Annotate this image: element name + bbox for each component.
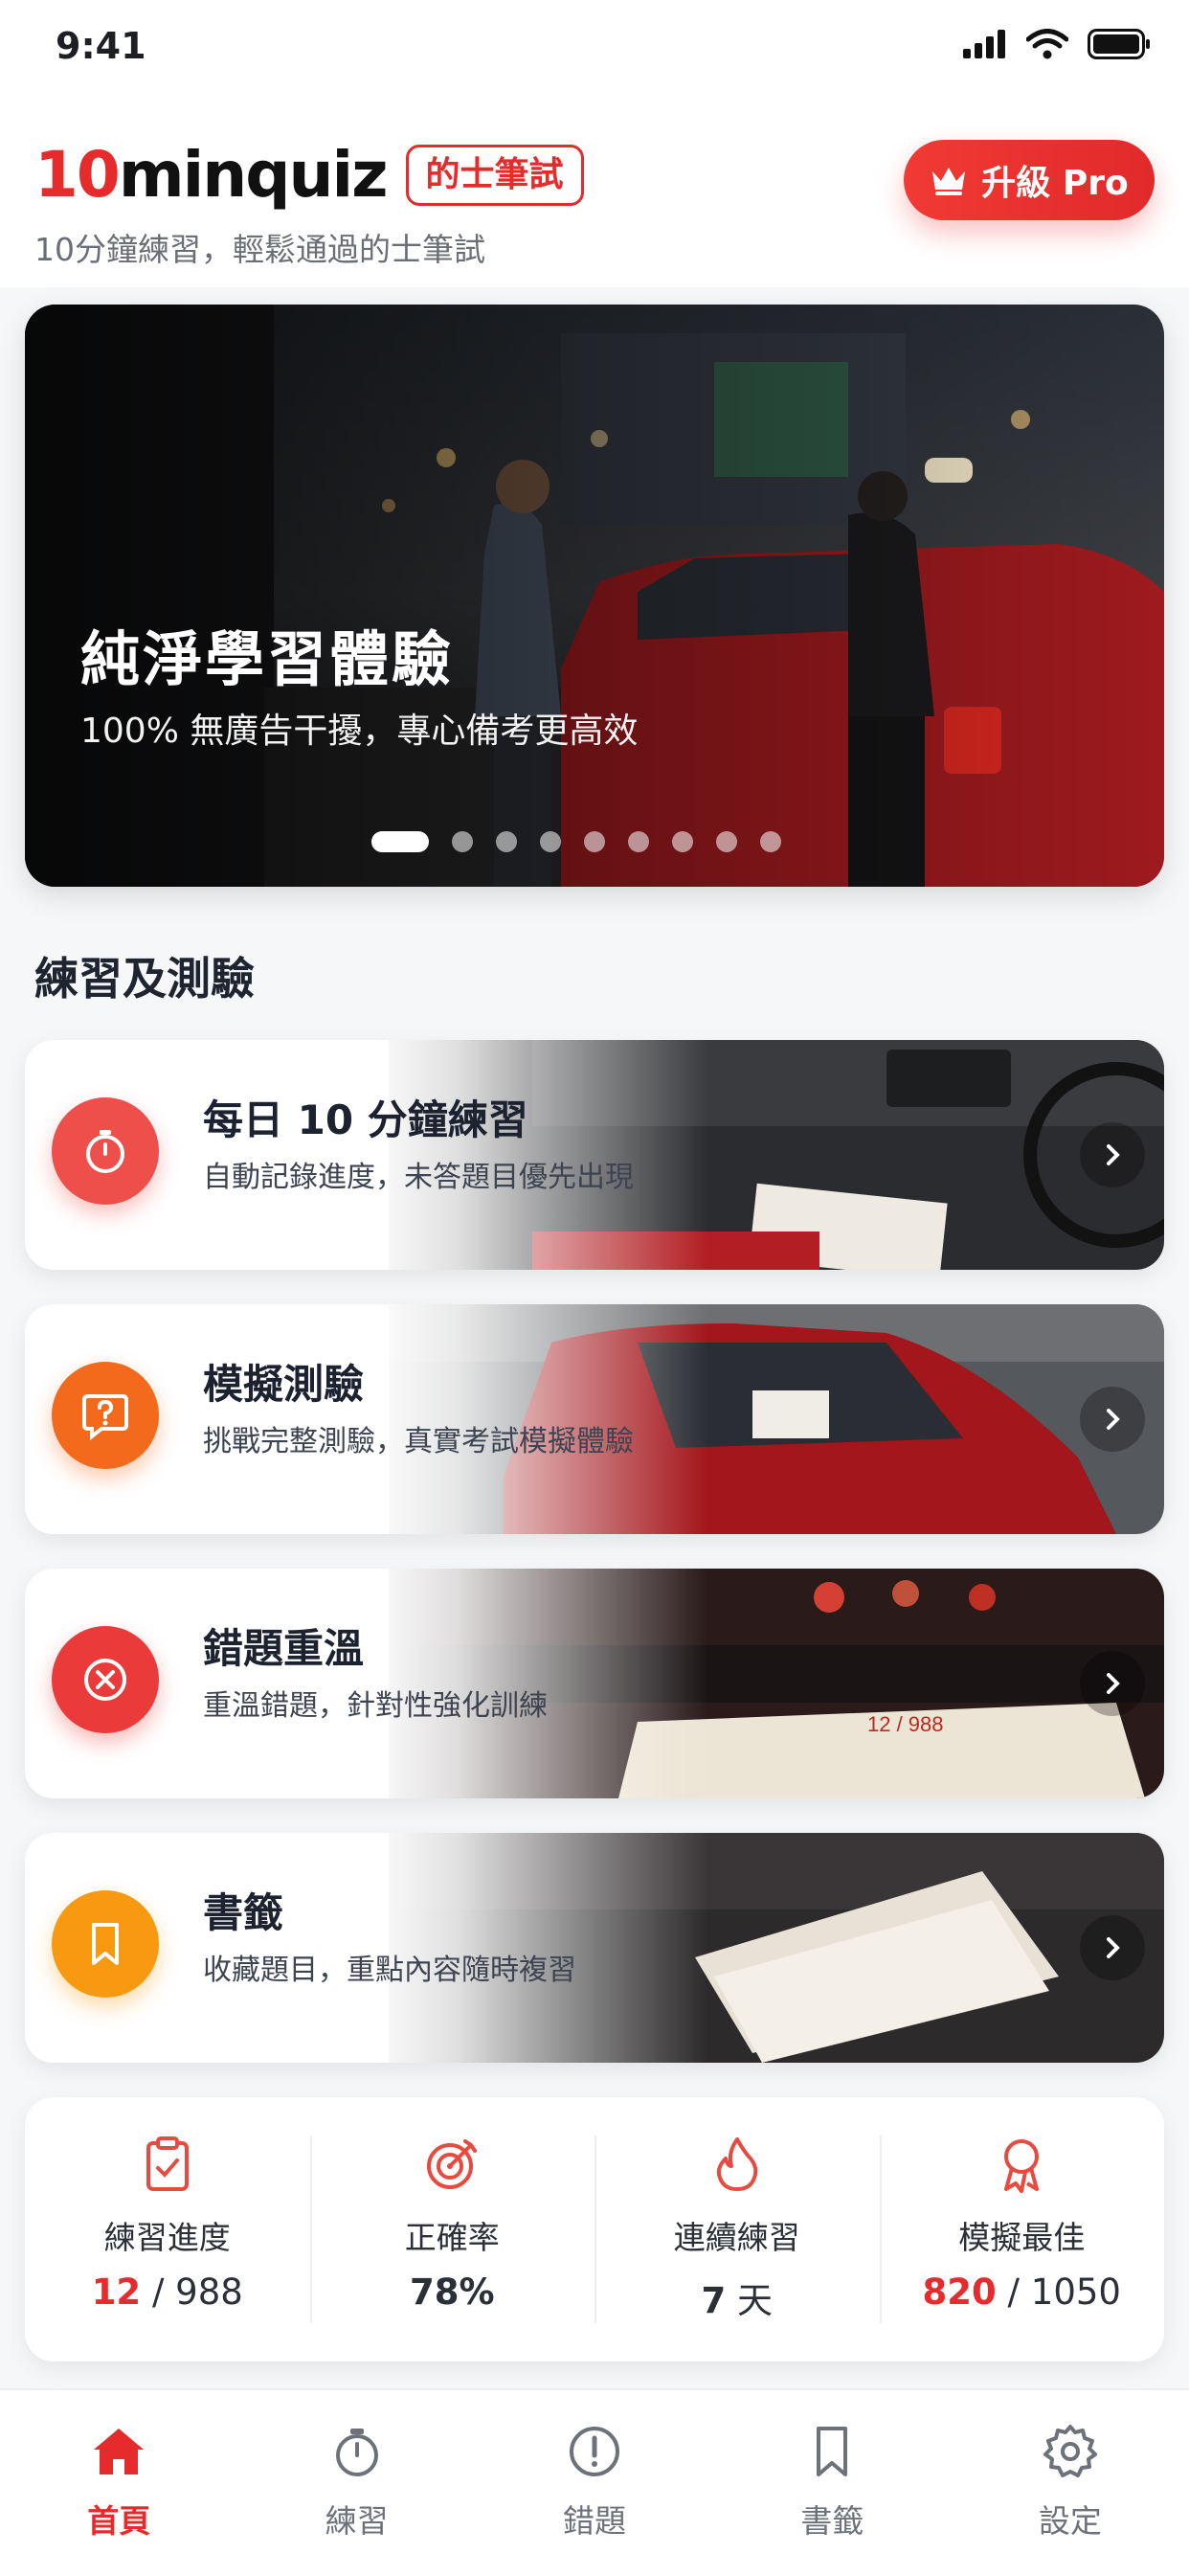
hero-subtitle: 100% 無廣告干擾，專心備考更高效 — [80, 712, 639, 751]
bottom-tab-bar: 首頁 練習 錯題 書籤 設定 — [0, 2388, 1189, 2576]
home-icon — [94, 2429, 145, 2474]
upgrade-pro-button[interactable]: 升級 Pro — [904, 140, 1155, 220]
tab-label: 設定 — [1038, 2502, 1102, 2540]
tab-label: 錯題 — [563, 2502, 627, 2540]
hero-photo — [25, 305, 1164, 887]
status-time: 9:41 — [56, 25, 146, 67]
streak-value: 7 — [701, 2280, 727, 2321]
battery-icon — [1088, 29, 1150, 59]
tab-practice[interactable]: 練習 — [237, 2390, 475, 2576]
stat-label: 練習進度 — [103, 2219, 231, 2256]
progress-total: / 988 — [151, 2271, 243, 2313]
brand-tag: 的士筆試 — [405, 144, 584, 206]
brand: 10minquiz 的士筆試 — [34, 138, 584, 212]
carousel-dot[interactable] — [628, 831, 649, 852]
brand-logo: 10minquiz — [34, 138, 389, 212]
tab-home[interactable]: 首頁 — [0, 2390, 237, 2576]
streak-unit: 天 — [737, 2280, 773, 2321]
tab-label: 首頁 — [87, 2502, 151, 2540]
card-title: 模擬測驗 — [203, 1361, 365, 1408]
status-icons — [963, 29, 1151, 59]
card-title: 錯題重溫 — [203, 1625, 365, 1672]
stat-label: 模擬最佳 — [958, 2219, 1086, 2256]
hero-title: 純淨學習體驗 — [80, 624, 455, 694]
card-subtitle: 挑戰完整測驗，真實考試模擬體驗 — [203, 1425, 634, 1458]
x-circle-icon — [52, 1626, 159, 1733]
card-title: 書籤 — [203, 1889, 284, 1936]
chevron-right-icon[interactable] — [1080, 1122, 1145, 1187]
carousel-dot[interactable] — [371, 831, 429, 852]
carousel-dot[interactable] — [452, 831, 473, 852]
target-icon — [427, 2139, 478, 2189]
wrong-review-card[interactable]: 12 / 988 錯題重溫 重溫錯題，針對性強化訓練 — [25, 1569, 1164, 1798]
question-bubble-icon — [52, 1362, 159, 1469]
bookmark-icon — [52, 1890, 159, 1998]
stat-progress[interactable]: 練習進度 12 / 988 — [25, 2097, 310, 2361]
signal-icon — [963, 30, 1005, 58]
tab-settings[interactable]: 設定 — [952, 2390, 1189, 2576]
wifi-icon — [1026, 29, 1068, 59]
tab-label: 書籤 — [800, 2502, 864, 2540]
best-total: / 1050 — [1007, 2271, 1121, 2313]
carousel-dot[interactable] — [672, 831, 693, 852]
daily-practice-card[interactable]: 每日 10 分鐘練習 自動記錄進度，未答題目優先出現 — [25, 1040, 1164, 1270]
status-bar: 9:41 — [0, 0, 1189, 96]
stat-value: 820 / 1050 — [923, 2271, 1121, 2313]
stat-label: 正確率 — [404, 2219, 500, 2256]
tab-label: 練習 — [325, 2502, 389, 2540]
stat-value: 78% — [410, 2271, 495, 2313]
card-subtitle: 收藏題目，重點內容隨時複習 — [203, 1954, 576, 1987]
carousel-dots — [371, 831, 781, 852]
brand-subtitle: 10分鐘練習，輕鬆通過的士筆試 — [34, 231, 485, 268]
section-title: 練習及測驗 — [34, 953, 255, 1005]
accuracy-value: 78% — [409, 2271, 495, 2313]
stat-label: 連續練習 — [673, 2219, 800, 2256]
medal-icon — [1004, 2139, 1040, 2193]
card-subtitle: 自動記錄進度，未答題目優先出現 — [203, 1161, 634, 1194]
mock-exam-card[interactable]: 模擬測驗 挑戰完整測驗，真實考試模擬體驗 — [25, 1304, 1164, 1534]
gear-icon — [1043, 2425, 1097, 2477]
bookmark-card[interactable]: 書籤 收藏題目，重點內容隨時複習 — [25, 1833, 1164, 2063]
chevron-right-icon[interactable] — [1080, 1387, 1145, 1452]
carousel-dot[interactable] — [496, 831, 517, 852]
card-subtitle: 重溫錯題，針對性強化訓練 — [203, 1689, 548, 1723]
stopwatch-icon — [335, 2429, 378, 2476]
carousel-dot[interactable] — [760, 831, 781, 852]
carousel-dot[interactable] — [584, 831, 605, 852]
stat-value: 7 天 — [701, 2271, 773, 2323]
progress-value: 12 — [91, 2271, 142, 2313]
card-title: 每日 10 分鐘練習 — [203, 1096, 528, 1143]
clipboard-check-icon — [146, 2136, 189, 2191]
stats-panel: 練習進度 12 / 988 正確率 78% 連續練習 7 天 模擬最佳 820 … — [25, 2097, 1164, 2361]
card-fade — [25, 1833, 1164, 2063]
tab-wrong[interactable]: 錯題 — [476, 2390, 713, 2576]
stopwatch-icon — [52, 1097, 159, 1205]
alert-icon — [570, 2427, 620, 2476]
best-value: 820 — [922, 2271, 997, 2313]
stat-best[interactable]: 模擬最佳 820 / 1050 — [879, 2097, 1165, 2361]
flame-icon — [716, 2137, 758, 2191]
chevron-right-icon[interactable] — [1080, 1651, 1145, 1716]
brand-logo-suffix: minquiz — [118, 138, 389, 212]
carousel-dot[interactable] — [716, 831, 737, 852]
brand-logo-prefix: 10 — [34, 138, 121, 212]
stat-value: 12 / 988 — [92, 2271, 243, 2313]
stat-streak[interactable]: 連續練習 7 天 — [594, 2097, 880, 2361]
chevron-right-icon[interactable] — [1080, 1915, 1145, 1980]
card-fade — [25, 1569, 1164, 1798]
app-header: 10minquiz 的士筆試 10分鐘練習，輕鬆通過的士筆試 升級 Pro — [0, 96, 1189, 287]
carousel-dot[interactable] — [540, 831, 561, 852]
stat-accuracy[interactable]: 正確率 78% — [309, 2097, 595, 2361]
tab-bookmark[interactable]: 書籤 — [713, 2390, 951, 2576]
crown-icon — [932, 168, 966, 195]
upgrade-pro-label: 升級 Pro — [981, 164, 1129, 203]
bookmark-icon — [817, 2427, 848, 2476]
hero-banner[interactable]: 純淨學習體驗 100% 無廣告干擾，專心備考更高效 — [25, 305, 1164, 887]
